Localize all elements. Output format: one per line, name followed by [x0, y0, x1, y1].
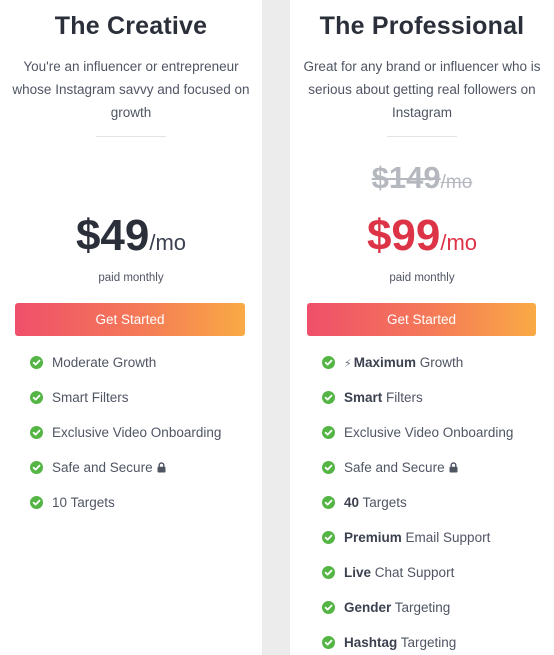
- lock-icon: [157, 459, 166, 479]
- feature-label: Email Support: [401, 530, 491, 545]
- feature-item: 10 Targets: [0, 493, 262, 528]
- plan-price: $49/mo: [0, 210, 262, 272]
- original-price-amount: $149: [371, 160, 441, 195]
- check-circle-icon: [322, 566, 335, 579]
- pricing-section: The Creative You're an influencer or ent…: [0, 0, 554, 655]
- feature-item: Smart Filters: [290, 388, 554, 423]
- feature-highlight: 40: [344, 495, 360, 510]
- feature-list: ⚡ Maximum Growth Smart Filters Exclusive …: [290, 353, 554, 655]
- plan-title: The Creative: [54, 12, 208, 40]
- feature-item: Safe and Secure: [0, 458, 262, 493]
- plan-price: $99/mo: [290, 210, 554, 272]
- feature-label: Safe and Secure: [52, 460, 153, 475]
- check-circle-icon: [322, 601, 335, 614]
- billing-note: paid monthly: [389, 272, 455, 284]
- feature-label: Filters: [382, 390, 423, 405]
- feature-label: 10 Targets: [52, 495, 115, 510]
- feature-highlight: Premium: [344, 530, 402, 545]
- original-price: $149/mo: [290, 160, 554, 196]
- feature-item: Hashtag Targeting: [290, 633, 554, 655]
- check-circle-icon: [30, 391, 43, 404]
- check-circle-icon: [322, 496, 335, 509]
- divider: [96, 136, 166, 137]
- plan-description: Great for any brand or influencer who is…: [303, 59, 541, 120]
- feature-item: Live Chat Support: [290, 563, 554, 598]
- lock-icon: [449, 459, 458, 479]
- check-circle-icon: [322, 426, 335, 439]
- feature-highlight: Gender: [344, 600, 392, 615]
- plan-card-creative: The Creative You're an influencer or ent…: [0, 0, 262, 655]
- feature-label: Smart Filters: [52, 390, 129, 405]
- feature-item: Moderate Growth: [0, 353, 262, 388]
- feature-item: Safe and Secure: [290, 458, 554, 493]
- feature-label: Exclusive Video Onboarding: [344, 425, 514, 440]
- feature-item: Exclusive Video Onboarding: [0, 423, 262, 458]
- feature-item: ⚡ Maximum Growth: [290, 353, 554, 388]
- plan-description: You're an influencer or entrepreneur who…: [12, 59, 250, 120]
- feature-item: Gender Targeting: [290, 598, 554, 633]
- feature-highlight: Smart: [344, 390, 383, 405]
- lightning-bolt-icon: ⚡: [344, 358, 352, 370]
- feature-label: Chat Support: [371, 565, 455, 580]
- get-started-button[interactable]: Get Started: [15, 303, 245, 336]
- feature-label: Moderate Growth: [52, 355, 157, 370]
- check-circle-icon: [322, 461, 335, 474]
- plan-title: The Professional: [319, 12, 525, 40]
- check-circle-icon: [322, 531, 335, 544]
- check-circle-icon: [30, 426, 43, 439]
- price-amount: $49: [75, 211, 150, 260]
- price-period: /mo: [440, 230, 478, 255]
- feature-item: Smart Filters: [0, 388, 262, 423]
- feature-label: Safe and Secure: [344, 460, 445, 475]
- feature-item: Premium Email Support: [290, 528, 554, 563]
- billing-note: paid monthly: [98, 272, 164, 284]
- feature-list: Moderate Growth Smart Filters Exclusive …: [0, 353, 262, 528]
- check-circle-icon: [322, 636, 335, 649]
- price-period: /mo: [149, 230, 187, 255]
- feature-highlight: Maximum: [353, 355, 417, 370]
- get-started-button[interactable]: Get Started: [307, 303, 536, 336]
- check-circle-icon: [30, 356, 43, 369]
- check-circle-icon: [322, 356, 335, 369]
- feature-label: Targets: [359, 495, 407, 510]
- feature-label: Targeting: [391, 600, 451, 615]
- feature-highlight: Hashtag: [344, 635, 398, 650]
- feature-item: Exclusive Video Onboarding: [290, 423, 554, 458]
- check-circle-icon: [30, 461, 43, 474]
- feature-item: 40 Targets: [290, 493, 554, 528]
- feature-highlight: Live: [344, 565, 372, 580]
- check-circle-icon: [322, 391, 335, 404]
- feature-label: Targeting: [397, 635, 457, 650]
- divider: [387, 136, 457, 137]
- price-amount: $99: [366, 211, 441, 260]
- plan-card-professional: The Professional Great for any brand or …: [290, 0, 554, 655]
- check-circle-icon: [30, 496, 43, 509]
- feature-label: Growth: [416, 355, 464, 370]
- original-price-period: /mo: [440, 172, 473, 193]
- feature-label: Exclusive Video Onboarding: [52, 425, 222, 440]
